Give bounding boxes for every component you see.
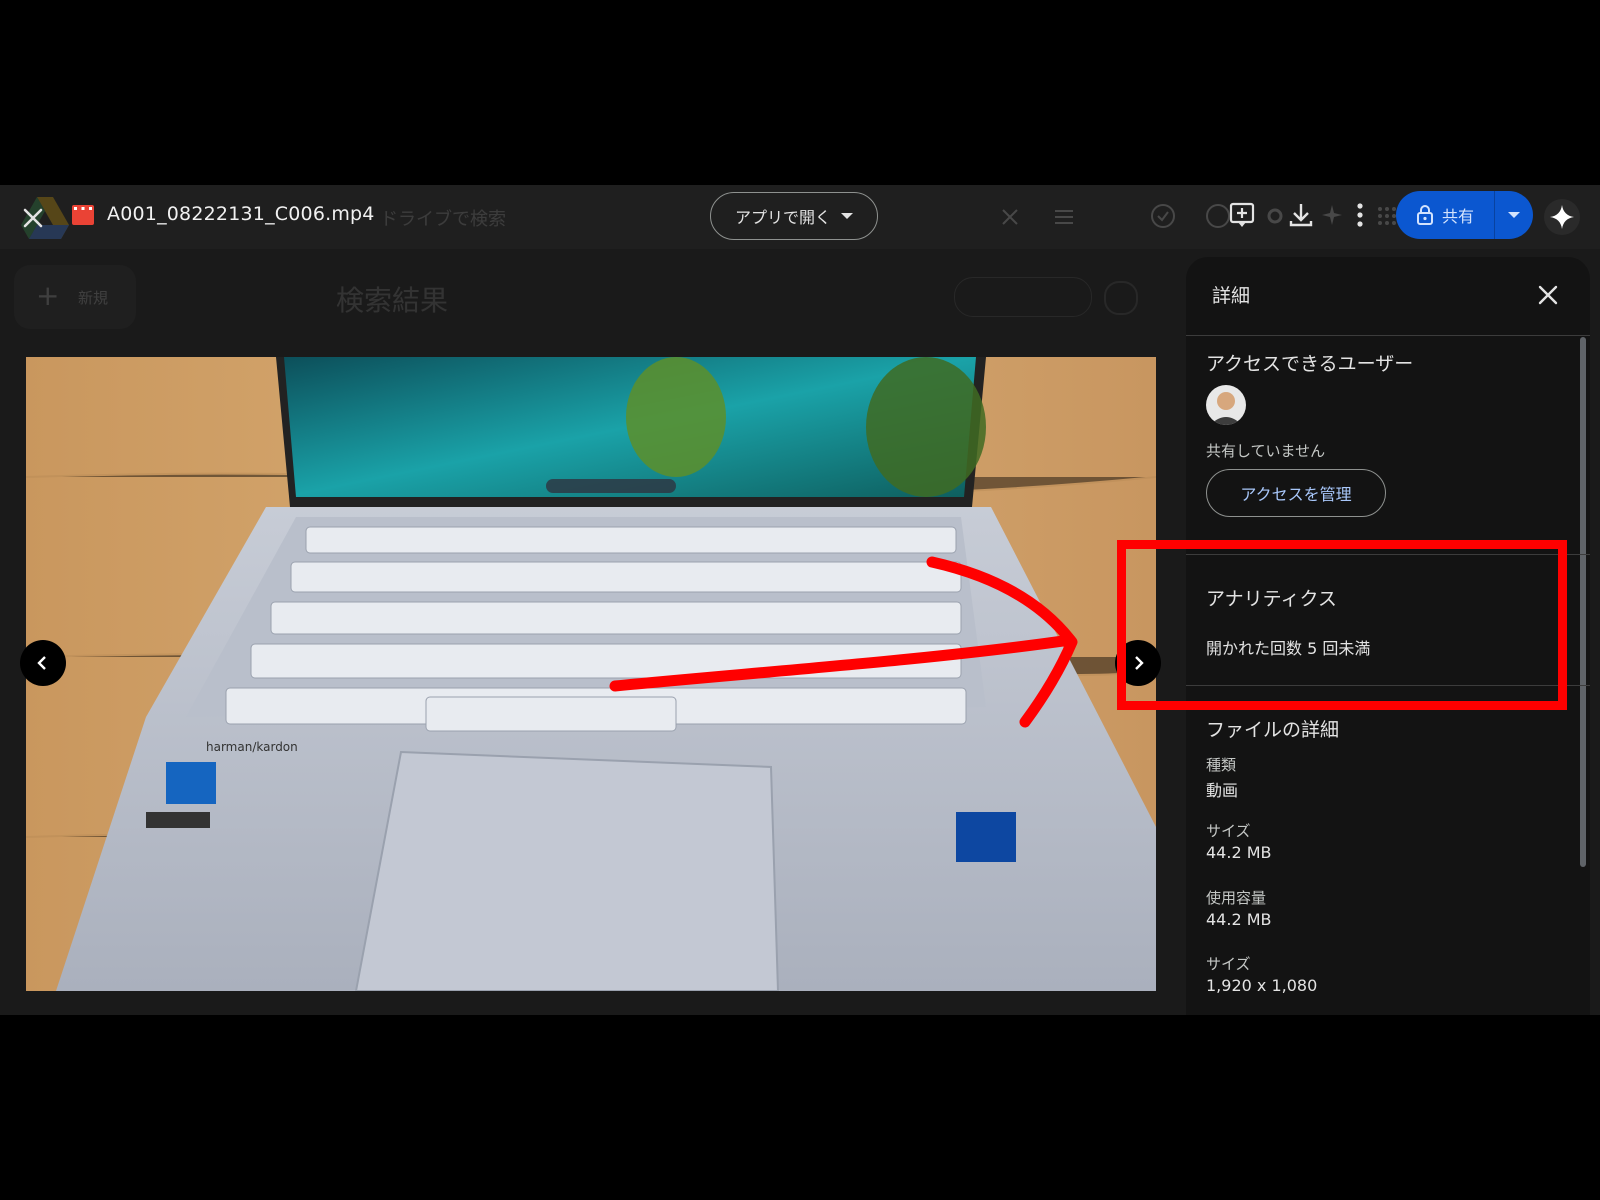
details-panel: 詳細 アクセスできるユーザー 共有していません アクセスを管理 アナリティクス … — [1186, 257, 1590, 1015]
detail-label-type: 種類 — [1206, 756, 1237, 774]
gemini-button[interactable] — [1544, 199, 1580, 235]
plus-icon: + — [36, 279, 60, 312]
offline-icon — [1151, 204, 1175, 228]
share-label: 共有 — [1441, 207, 1474, 226]
sharing-status: 共有していません — [1206, 442, 1326, 460]
clear-search-icon — [1002, 209, 1018, 225]
analytics-open-count: 開かれた回数 5 回未満 — [1206, 639, 1371, 658]
avatar[interactable] — [1206, 385, 1246, 425]
detail-value-type: 動画 — [1206, 781, 1239, 800]
download-icon[interactable] — [1288, 201, 1314, 229]
open-with-app-button[interactable]: アプリで開く — [710, 192, 878, 240]
video-file-icon — [72, 205, 94, 225]
new-label: 新規 — [78, 289, 109, 307]
preview-topbar: A001_08222131_C006.mp4 ドライブで検索 アプリで開く 共有 — [0, 185, 1600, 249]
sparkle-icon — [1322, 205, 1342, 225]
details-scrollbar[interactable] — [1580, 337, 1586, 867]
section-divider — [1186, 685, 1590, 686]
lock-icon — [1416, 205, 1433, 225]
laptop-video-frame: harman/kardon — [26, 357, 1156, 991]
next-file-button[interactable] — [1115, 640, 1161, 686]
detail-value-size: 44.2 MB — [1206, 843, 1272, 862]
share-dropdown-button[interactable] — [1495, 191, 1533, 239]
detail-label-dimensions: サイズ — [1206, 955, 1251, 973]
chevron-right-icon — [1135, 656, 1144, 670]
file-details-heading: ファイルの詳細 — [1206, 719, 1340, 741]
file-name: A001_08222131_C006.mp4 — [107, 203, 375, 225]
details-panel-title: 詳細 — [1212, 285, 1251, 307]
open-with-app-label: アプリで開く — [734, 208, 831, 227]
chevron-down-icon — [841, 213, 853, 219]
view-toggle — [954, 277, 1092, 317]
search-results-title: 検索結果 — [336, 284, 449, 317]
detail-label-size: サイズ — [1206, 822, 1251, 840]
filter-icon — [1055, 210, 1073, 224]
chevron-left-icon — [37, 656, 46, 670]
details-divider — [1186, 335, 1590, 336]
video-preview[interactable]: harman/kardon — [26, 357, 1156, 991]
detail-value-storage: 44.2 MB — [1206, 910, 1272, 929]
add-to-drive-icon[interactable] — [1228, 201, 1256, 229]
new-button: + 新規 — [14, 265, 136, 329]
user-avatar-icon — [1206, 385, 1246, 425]
chevron-down-icon — [1508, 212, 1520, 218]
section-divider — [1186, 554, 1590, 555]
apps-grid-icon — [1378, 207, 1396, 225]
close-details-icon[interactable] — [1534, 281, 1562, 309]
access-heading: アクセスできるユーザー — [1206, 353, 1414, 375]
close-preview-icon[interactable] — [18, 203, 48, 233]
share-button-group: 共有 — [1396, 191, 1533, 239]
previous-file-button[interactable] — [20, 640, 66, 686]
analytics-heading: アナリティクス — [1206, 588, 1337, 610]
info-icon — [1104, 281, 1138, 315]
drive-preview-app: A001_08222131_C006.mp4 ドライブで検索 アプリで開く 共有… — [0, 185, 1600, 1015]
detail-label-storage: 使用容量 — [1206, 889, 1267, 907]
detail-value-dimensions: 1,920 x 1,080 — [1206, 976, 1318, 995]
share-button[interactable]: 共有 — [1396, 191, 1494, 239]
settings-gear-icon — [1267, 208, 1283, 224]
manage-access-button[interactable]: アクセスを管理 — [1206, 469, 1386, 517]
svg-text:harman/kardon: harman/kardon — [206, 740, 298, 754]
more-options-icon[interactable] — [1350, 201, 1370, 229]
gemini-sparkle-icon — [1550, 205, 1574, 229]
search-input[interactable]: ドライブで検索 — [380, 205, 506, 231]
